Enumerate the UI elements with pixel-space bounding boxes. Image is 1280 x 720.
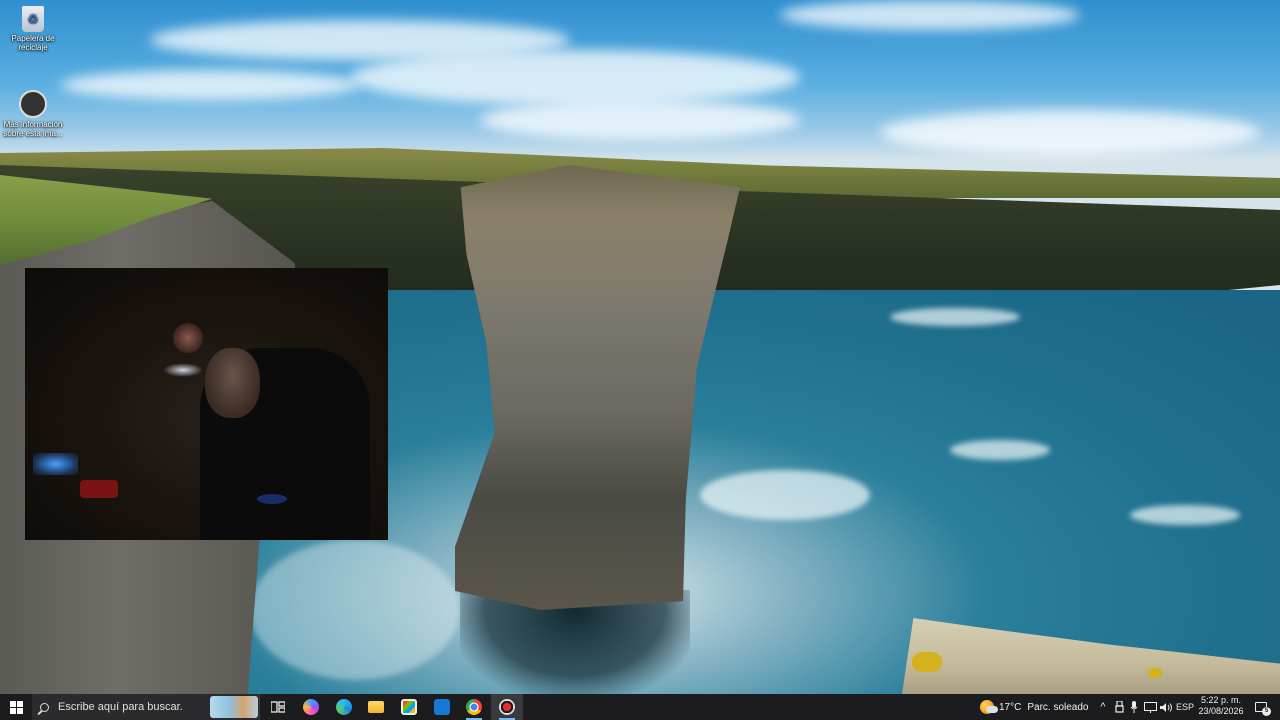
search-placeholder: Escribe aquí para buscar. [58,701,183,713]
mail-icon [434,699,450,715]
clock-time: 5:22 p. m. [1200,695,1242,705]
webcam-light-reflection [163,363,203,377]
wallpaper-cloud [60,70,360,100]
usb-icon [1114,701,1124,713]
microsoft-store-button[interactable] [393,694,425,720]
wallpaper-cloud [880,110,1260,155]
copilot-button[interactable] [295,694,327,720]
weather-condition: Parc. soleado [1027,701,1089,713]
volume-tray-button[interactable] [1158,694,1174,720]
wallpaper-foam [700,470,870,520]
chrome-icon [466,699,482,715]
network-icon [1143,701,1157,713]
webcam-blue-object [257,494,287,504]
mail-button[interactable] [426,694,458,720]
wallpaper-lichen [912,652,942,672]
wallpaper-lichen [1148,668,1162,678]
desktop-icon-recycle-bin[interactable]: ♻ Papelera de reciclaje [0,6,66,52]
notification-center-button[interactable]: 5 [1250,694,1272,720]
wallpaper-foam [950,440,1050,460]
network-tray-button[interactable] [1142,694,1158,720]
wallpaper-foam [250,540,460,680]
info-circle-icon [19,90,47,118]
webcam-face [173,323,203,353]
volume-icon [1159,702,1172,712]
weather-temperature: 17°C [999,701,1022,713]
copilot-icon [303,699,319,715]
webcam-red-object [80,480,118,498]
partly-sunny-icon [980,700,998,714]
show-hidden-icons-button[interactable]: ^ [1096,694,1110,720]
usb-tray-button[interactable] [1112,694,1126,720]
search-highlight-image[interactable] [210,696,258,718]
file-explorer-button[interactable] [360,694,392,720]
wallpaper-foam [1130,505,1240,525]
desktop-icon-label: Papelera de reciclaje [11,34,55,52]
recycle-bin-icon: ♻ [22,6,44,32]
notification-count-badge: 5 [1262,707,1271,716]
folder-icon [368,701,384,713]
webcam-person-head [205,348,260,418]
language-label: ESP [1175,702,1194,712]
language-indicator[interactable]: ESP [1175,694,1195,720]
windows-logo-icon [9,700,23,714]
desktop-icon-label: Más información sobre esta ima... [3,120,63,138]
taskbar-clock[interactable]: 5:22 p. m. 23/08/2026 [1194,695,1248,717]
clock-date: 23/08/2026 [1198,706,1244,716]
task-view-icon [271,701,285,713]
chevron-up-icon: ^ [1100,701,1106,713]
recorder-icon [499,699,515,715]
edge-icon [336,699,352,715]
notification-icon: 5 [1255,702,1271,716]
search-icon [40,702,49,712]
wallpaper-cloud [350,50,800,105]
wallpaper-cloud [780,0,1080,30]
taskbar: Escribe aquí para buscar. 17°C Parc. sol… [0,694,1280,720]
webcam-blue-light [33,453,78,475]
task-view-button[interactable] [262,694,294,720]
desktop-icon-image-info[interactable]: Más información sobre esta ima... [0,90,66,138]
microphone-icon [1130,701,1138,713]
microphone-tray-button[interactable] [1127,694,1141,720]
webcam-preview-window[interactable] [25,268,388,540]
wallpaper-foam [890,308,1020,326]
store-icon [401,699,417,715]
recorder-button[interactable] [491,694,523,720]
weather-widget[interactable]: 17°C Parc. soleado [980,694,1089,720]
start-button[interactable] [0,694,32,720]
wallpaper-cloud [480,100,800,140]
chrome-button[interactable] [458,694,490,720]
edge-button[interactable] [328,694,360,720]
